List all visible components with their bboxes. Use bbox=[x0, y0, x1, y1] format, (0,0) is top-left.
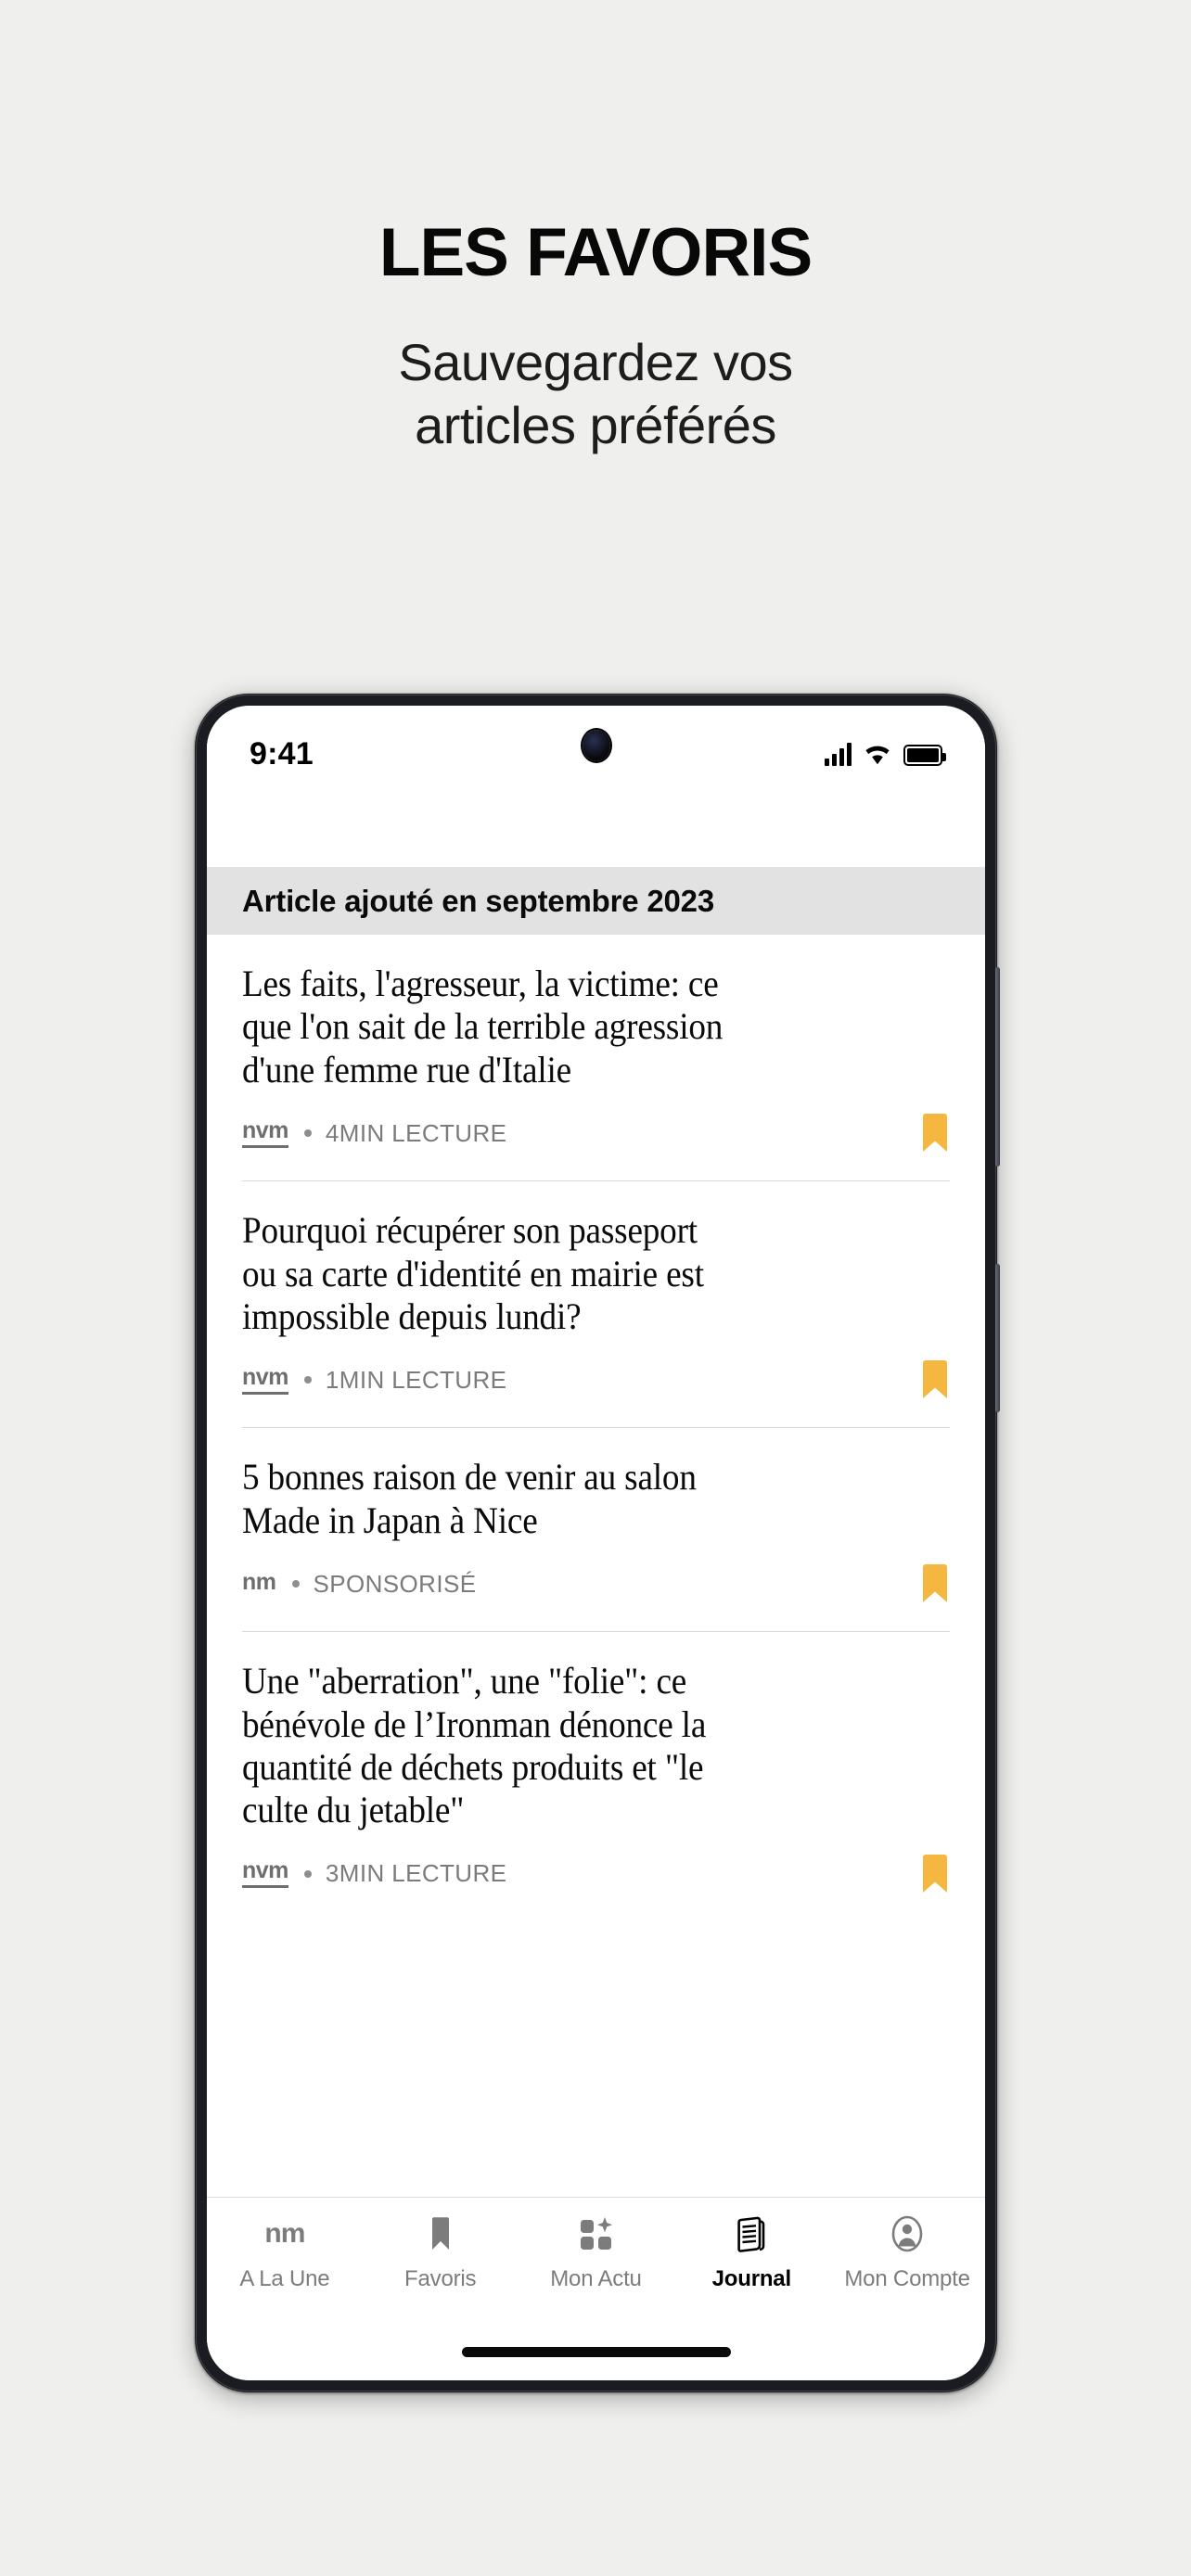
article-readtime: 3MIN LECTURE bbox=[325, 1859, 507, 1888]
promo-screenshot: LES FAVORIS Sauvegardez vos articles pré… bbox=[0, 0, 1191, 2576]
battery-full-icon bbox=[903, 745, 946, 766]
tab-label: Mon Compte bbox=[844, 2266, 970, 2291]
bookmark-icon[interactable] bbox=[920, 1564, 950, 1603]
tab-item-favoris[interactable]: Favoris bbox=[363, 2213, 519, 2292]
volume-button[interactable] bbox=[995, 967, 1000, 1167]
article-list-item[interactable]: Les faits, l'agresseur, la victime: ce q… bbox=[207, 935, 985, 1182]
bookmark-icon[interactable] bbox=[920, 1854, 950, 1894]
article-meta: nm SPONSORISÉ bbox=[242, 1562, 950, 1605]
source-brand-logo: nvm bbox=[242, 1118, 288, 1148]
grid-sparkle-icon bbox=[575, 2213, 616, 2255]
tab-item-mon-compte[interactable]: Mon Compte bbox=[829, 2213, 985, 2292]
bottom-tab-bar[interactable]: nm A La Une Favoris Mon Actu Journal Mon Comp… bbox=[207, 2197, 985, 2323]
source-brand-logo: nvm bbox=[242, 1365, 288, 1395]
article-readtime: SPONSORISÉ bbox=[313, 1569, 477, 1598]
power-button[interactable] bbox=[995, 1264, 1000, 1412]
article-meta: nvm 4MIN LECTURE bbox=[242, 1112, 950, 1154]
home-indicator-area bbox=[207, 2323, 985, 2380]
cellular-signal-icon bbox=[825, 742, 852, 766]
status-bar-time: 9:41 bbox=[250, 735, 314, 772]
source-brand-logo: nm bbox=[242, 1569, 276, 1596]
status-bar: 9:41 bbox=[207, 706, 985, 802]
section-header-label: Article ajouté en septembre 2023 bbox=[242, 883, 714, 918]
favorites-article-list[interactable]: Les faits, l'agresseur, la victime: ce q… bbox=[207, 935, 985, 2197]
article-readtime: 1MIN LECTURE bbox=[325, 1365, 507, 1394]
nm-logo-icon: nm bbox=[264, 2218, 305, 2249]
tab-item-a-la-une[interactable]: nm A La Une bbox=[207, 2213, 363, 2292]
promo-header: LES FAVORIS Sauvegardez vos articles pré… bbox=[0, 0, 1191, 458]
phone-mockup: 9:41 Article ajouté en septembre 2023 Le… bbox=[195, 694, 1000, 2392]
article-list-item[interactable]: Pourquoi récupérer son passeport ou sa c… bbox=[207, 1181, 985, 1429]
newspaper-icon bbox=[731, 2213, 772, 2255]
wifi-icon bbox=[865, 746, 890, 765]
article-headline: Une "aberration", une "folie": ce bénévo… bbox=[242, 1660, 707, 1831]
article-headline: Pourquoi récupérer son passeport ou sa c… bbox=[242, 1209, 704, 1337]
tab-label: Mon Actu bbox=[550, 2266, 642, 2291]
meta-separator-dot bbox=[303, 1129, 312, 1138]
bookmark-icon[interactable] bbox=[920, 1114, 950, 1153]
phone-screen: 9:41 Article ajouté en septembre 2023 Le… bbox=[207, 706, 985, 2380]
meta-separator-dot bbox=[303, 1869, 312, 1878]
promo-title: LES FAVORIS bbox=[378, 215, 813, 290]
article-readtime: 4MIN LECTURE bbox=[325, 1118, 507, 1147]
tab-label: Favoris bbox=[404, 2266, 477, 2291]
source-brand-logo: nvm bbox=[242, 1859, 288, 1889]
article-list-item[interactable]: 5 bonnes raison de venir au salon Made i… bbox=[207, 1428, 985, 1633]
home-indicator[interactable] bbox=[461, 2346, 731, 2357]
tab-label: Journal bbox=[711, 2266, 791, 2291]
article-meta: nvm 3MIN LECTURE bbox=[242, 1853, 950, 1895]
tab-item-mon-actu[interactable]: Mon Actu bbox=[519, 2213, 674, 2292]
promo-subtitle-line-1: Sauvegardez vos bbox=[398, 333, 793, 391]
bookmark-icon bbox=[420, 2213, 461, 2255]
promo-subtitle: Sauvegardez vos articles préférés bbox=[0, 331, 1191, 458]
front-camera-punchhole bbox=[582, 730, 610, 761]
app-header-spacer bbox=[207, 802, 985, 867]
tab-label: A La Une bbox=[239, 2266, 330, 2291]
promo-subtitle-line-2: articles préférés bbox=[415, 396, 776, 455]
article-headline: Les faits, l'agresseur, la victime: ce q… bbox=[242, 963, 724, 1090]
article-meta: nvm 1MIN LECTURE bbox=[242, 1358, 950, 1401]
bookmark-icon[interactable] bbox=[920, 1360, 950, 1399]
tab-item-journal[interactable]: Journal bbox=[673, 2213, 829, 2292]
meta-separator-dot bbox=[303, 1376, 312, 1384]
article-list-item[interactable]: Une "aberration", une "folie": ce bénévo… bbox=[207, 1632, 985, 1895]
article-headline: 5 bonnes raison de venir au salon Made i… bbox=[242, 1456, 697, 1541]
account-icon bbox=[887, 2213, 928, 2255]
section-header: Article ajouté en septembre 2023 bbox=[207, 867, 985, 935]
meta-separator-dot bbox=[291, 1580, 300, 1588]
